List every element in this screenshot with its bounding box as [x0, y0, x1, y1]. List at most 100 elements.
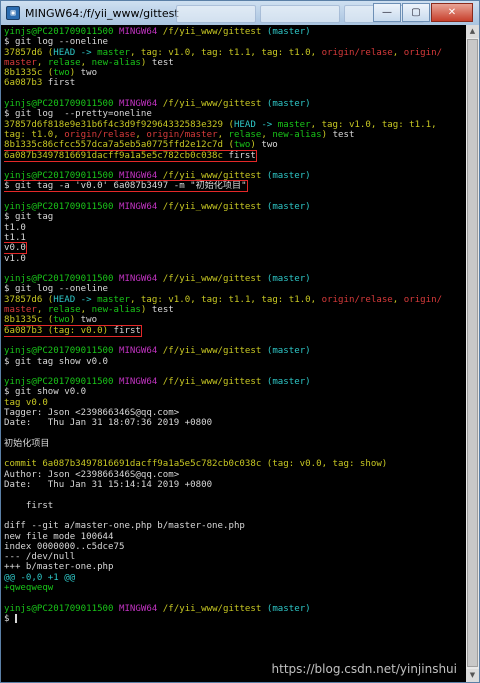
text-segment: (master) — [266, 99, 311, 110]
text-segment: 8b1335c ( — [4, 315, 54, 326]
terminal-line: master, relase, new-alias) test — [4, 58, 466, 68]
text-segment: t1.1 — [4, 232, 26, 243]
text-segment: , — [129, 47, 141, 58]
line-content: $ — [4, 613, 17, 624]
text-segment: 37857d6 ( — [4, 47, 54, 58]
text-segment: 37857d6 ( — [4, 294, 54, 305]
terminal-line: yinjs@PC201709011500 MINGW64 /f/yii_www/… — [4, 377, 466, 387]
text-segment: MINGW64 — [118, 377, 158, 388]
text-segment: first — [4, 500, 54, 511]
text-segment: MINGW64 — [118, 171, 158, 182]
text-segment: HEAD -> — [53, 47, 98, 58]
text-segment: master — [4, 57, 37, 68]
text-segment: , — [135, 129, 147, 140]
terminal-line: Author: Json <239866346S@qq.com> — [4, 470, 466, 480]
line-content: yinjs@PC201709011500 MINGW64 /f/yii_www/… — [4, 27, 311, 37]
terminal-line: 37857d6f818e9e31b6f4c3d9f92964332583e329… — [4, 120, 466, 130]
text-segment: , — [80, 305, 92, 316]
text-segment: two — [53, 315, 70, 326]
text-segment: , — [250, 47, 262, 58]
terminal-line: master, relase, new-alias) test — [4, 305, 466, 315]
line-content: yinjs@PC201709011500 MINGW64 /f/yii_www/… — [4, 99, 311, 109]
text-segment: origin/master — [146, 129, 218, 140]
text-segment: /f/yii_www/gittest — [162, 171, 262, 182]
text-segment: ) — [381, 459, 388, 470]
window-controls: — ▢ ✕ — [373, 3, 473, 22]
text-segment: master — [277, 119, 311, 130]
line-content: master, relase, new-alias) test — [4, 305, 174, 315]
text-segment: /f/yii_www/gittest — [162, 202, 262, 213]
terminal-line: $ git show v0.0 — [4, 387, 466, 397]
text-segment: yinjs@PC201709011500 — [4, 603, 114, 614]
text-segment: tag: t1.1 — [381, 119, 432, 130]
text-segment: master — [97, 294, 130, 305]
terminal-line: yinjs@PC201709011500 MINGW64 /f/yii_www/… — [4, 202, 466, 212]
maximize-button[interactable]: ▢ — [402, 3, 430, 22]
line-content: $ git log --oneline — [4, 37, 108, 47]
highlighted-output: 6a087b3 (tag: v0.0) first — [4, 324, 142, 337]
scroll-up-arrow-icon[interactable]: ▲ — [466, 25, 479, 38]
line-content: v1.0 — [4, 254, 26, 264]
scroll-down-arrow-icon[interactable]: ▼ — [466, 669, 479, 682]
terminal-line: +++ b/master-one.php — [4, 562, 466, 572]
terminal-line: 初始化项目 — [4, 439, 466, 449]
text-segment: , — [53, 129, 65, 140]
text-segment: , — [217, 129, 229, 140]
text-segment: tag v0.0 — [4, 397, 48, 408]
terminal-line: Date: Thu Jan 31 15:14:14 2019 +0800 — [4, 480, 466, 490]
text-segment: (master) — [266, 346, 311, 357]
text-segment: , — [36, 57, 48, 68]
line-content: yinjs@PC201709011500 MINGW64 /f/yii_www/… — [4, 274, 311, 284]
text-segment: tag: v0.0 — [53, 325, 103, 336]
terminal-line: diff --git a/master-one.php b/master-one… — [4, 521, 466, 531]
line-content: yinjs@PC201709011500 MINGW64 /f/yii_www/… — [4, 377, 311, 387]
mingw-app-icon[interactable]: ▣ — [6, 6, 20, 20]
scrollbar-thumb[interactable] — [467, 39, 478, 667]
terminal-line: yinjs@PC201709011500 MINGW64 /f/yii_www/… — [4, 99, 466, 109]
line-content: tag v0.0 — [4, 398, 48, 408]
text-segment: , — [370, 119, 382, 130]
text-segment: MINGW64 — [118, 274, 158, 285]
text-segment: $ git log --oneline — [4, 284, 109, 295]
text-segment: , — [250, 294, 262, 305]
text-segment: test — [146, 57, 174, 68]
terminal-line: commit 6a087b3497816691dacff9a1a5e5c782c… — [4, 459, 466, 469]
text-segment: Author: Json <239866346S@qq.com> — [4, 469, 180, 480]
close-button[interactable]: ✕ — [431, 3, 473, 22]
terminal-output[interactable]: yinjs@PC201709011500 MINGW64 /f/yii_www/… — [4, 27, 466, 681]
text-segment: yinjs@PC201709011500 — [4, 202, 114, 213]
title-bar[interactable]: ▣ MINGW64:/f/yii_www/gittest — ▢ ✕ — [1, 1, 479, 25]
text-segment: , — [392, 294, 404, 305]
text-segment: , — [310, 47, 322, 58]
text-segment: origin/relase — [321, 294, 393, 305]
line-content: master, relase, new-alias) test — [4, 58, 174, 68]
text-segment: tag: v0.0 — [272, 459, 322, 470]
text-segment: (master) — [266, 603, 311, 614]
terminal-line: 8b1335c (two) two — [4, 315, 466, 325]
text-segment: MINGW64 — [118, 346, 158, 357]
terminal-line: $ — [4, 613, 466, 624]
terminal-window: ▣ MINGW64:/f/yii_www/gittest — ▢ ✕ yinjs… — [0, 0, 480, 683]
background-tab[interactable] — [260, 5, 340, 23]
text-segment: first — [223, 150, 256, 161]
text-segment: first — [108, 325, 141, 336]
terminal-line: $ git tag — [4, 212, 466, 222]
text-segment: tag: t1.0 — [4, 129, 54, 140]
text-segment: yinjs@PC201709011500 — [4, 27, 114, 37]
text-segment: two — [75, 315, 98, 326]
minimize-button[interactable]: — — [373, 3, 401, 22]
text-segment: , — [310, 294, 322, 305]
vertical-scrollbar[interactable]: ▲ ▼ — [466, 25, 479, 682]
text-segment: $ git show v0.0 — [4, 387, 87, 398]
text-cursor — [14, 613, 17, 623]
line-content: Date: Thu Jan 31 15:14:14 2019 +0800 — [4, 480, 212, 490]
text-segment: (master) — [266, 171, 311, 182]
background-tab[interactable] — [176, 5, 256, 23]
line-content: t1.0 — [4, 223, 26, 233]
text-segment: v0.0 — [4, 243, 26, 254]
line-content: t1.1 — [4, 233, 26, 243]
